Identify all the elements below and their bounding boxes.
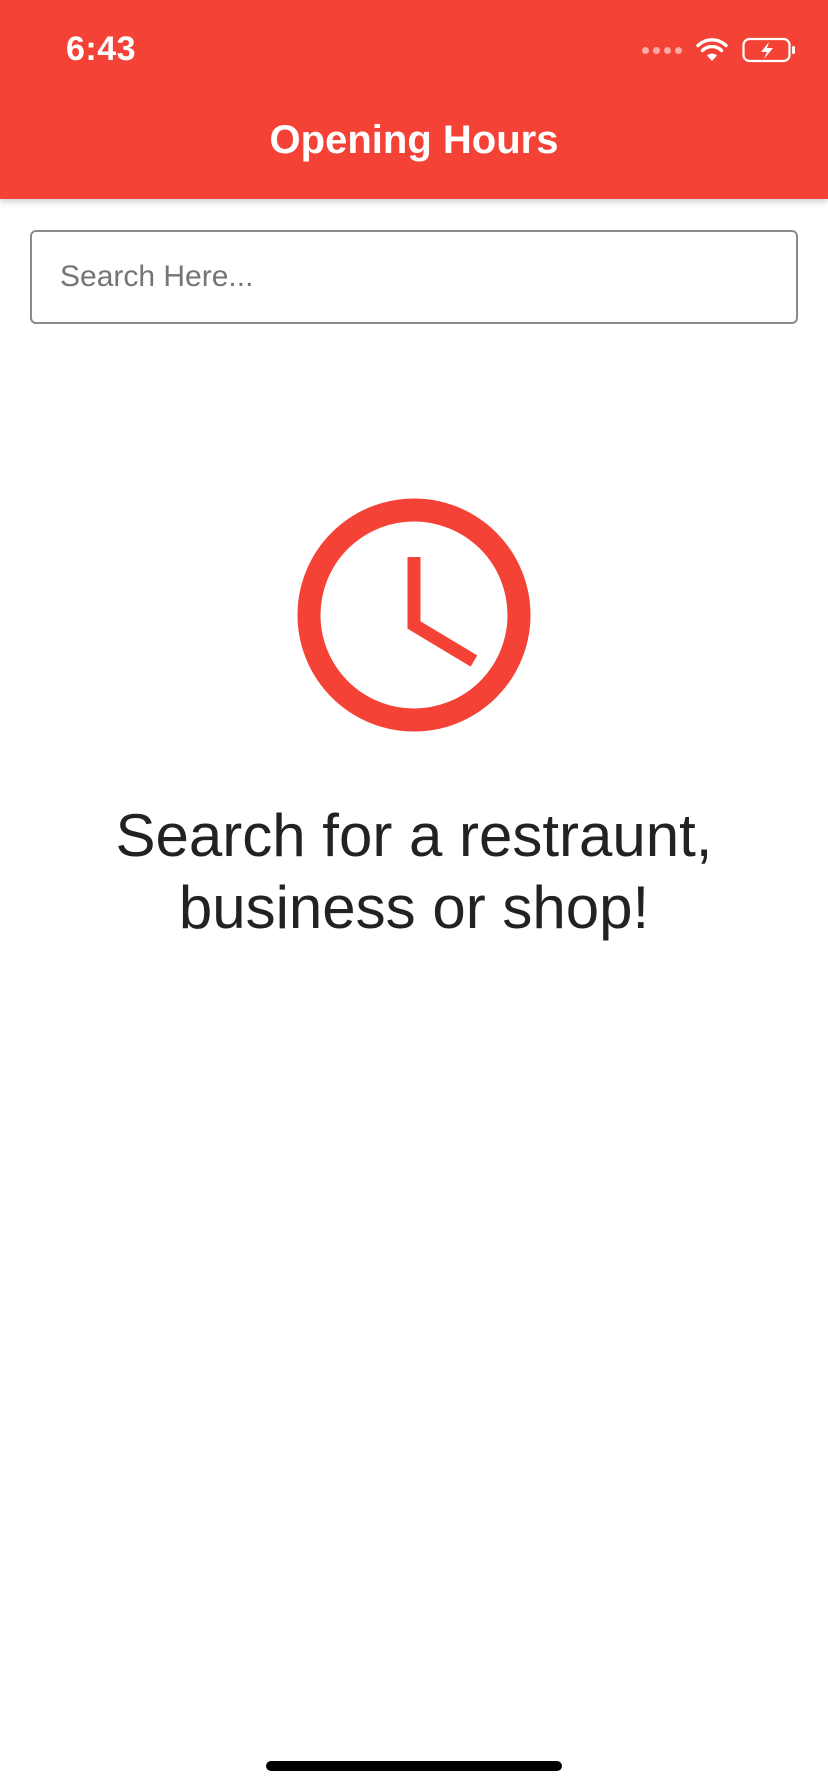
battery-charging-icon [742, 37, 795, 63]
empty-state-message: Search for a restraunt, business or shop… [115, 802, 713, 941]
page-title: Opening Hours [269, 118, 559, 162]
search-field[interactable] [30, 230, 798, 324]
home-indicator[interactable] [266, 1761, 562, 1771]
status-time: 6:43 [66, 30, 137, 68]
search-input[interactable] [32, 232, 796, 322]
clock-icon [297, 498, 531, 732]
cellular-signal-icon [642, 46, 682, 54]
wifi-icon [696, 38, 728, 61]
app-bar: 6:43 Opening Hours [0, 0, 828, 199]
app-screen: 6:43 Opening Hours Search for a restraun… [0, 0, 828, 1792]
status-icons [642, 36, 796, 64]
